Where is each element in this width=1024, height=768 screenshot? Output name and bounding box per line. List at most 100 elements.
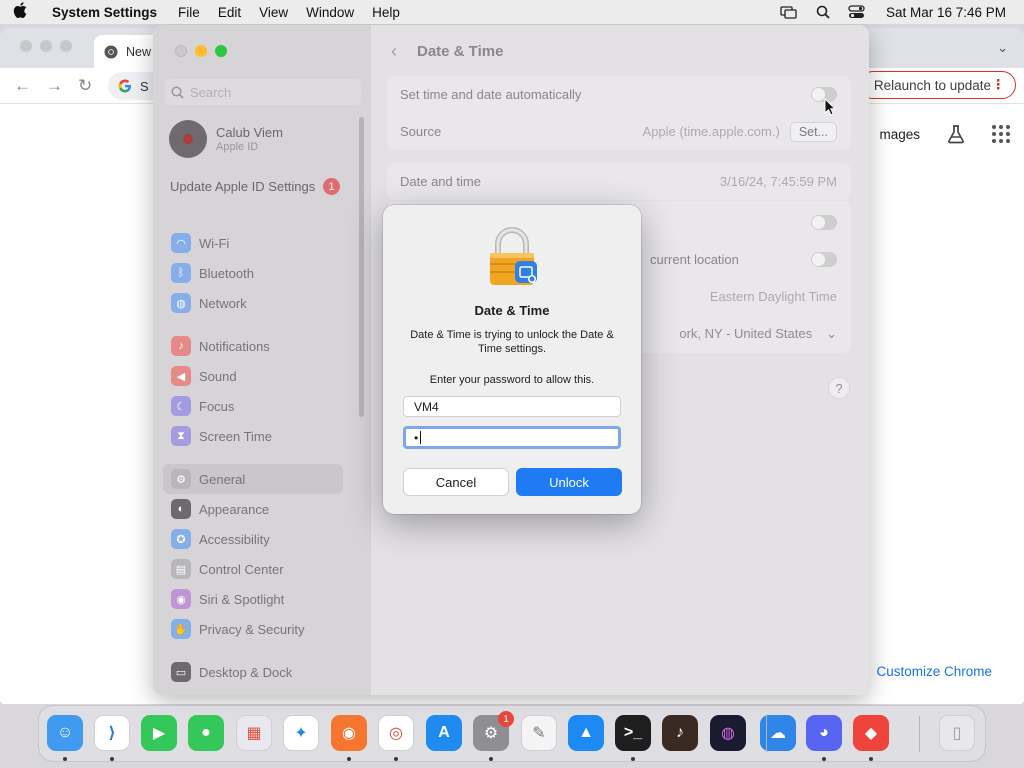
sidebar-item-screen-time[interactable]: ⧗ Screen Time [163,421,343,451]
sidebar-item-network[interactable]: ◍ Network [163,288,343,318]
sidebar-item-label: Appearance [199,501,270,517]
discord-icon[interactable]: ◕ [806,715,842,751]
dock: ☺ ⟩ ▶ ● ▦ ✦ ◉ ◎ A ⚙ 1 ✎ ▲ >_ ♪ ◍ ☁ ◕ ◆ ▯ [38,705,986,762]
menu-view[interactable]: View [250,5,297,20]
date-time-value: 3/16/24, 7:45:59 PM [719,174,837,189]
running-indicator [394,757,398,761]
menu-bar: System Settings File Edit View Window He… [0,0,1024,24]
more-vertical-icon: ⋮ [991,77,1006,92]
messages-icon[interactable]: ● [188,715,224,751]
control-center-icon[interactable] [842,5,872,19]
sidebar-item-desktop-dock[interactable]: ▭ Desktop & Dock [163,657,343,687]
finder-icon[interactable]: ☺ [47,715,83,751]
screen-mirroring-icon[interactable] [774,5,804,19]
system-settings-icon[interactable]: ⚙ 1 [473,711,514,751]
forward-arrow-icon[interactable]: → [46,76,63,96]
sidebar-item-label: Bluetooth [199,265,254,281]
relaunch-to-update-button[interactable]: Relaunch to update ⋮ [858,71,1016,99]
avatar [169,120,207,158]
menu-app-name[interactable]: System Settings [40,5,169,20]
reload-icon[interactable]: ↻ [78,76,92,96]
sidebar-item-general[interactable]: ⚙ General [163,464,343,494]
customize-chrome-button[interactable]: Customize Chrome [864,654,1004,688]
unlock-button[interactable]: Unlock [516,468,622,496]
search-input[interactable] [190,84,350,100]
username-field[interactable]: VM4 [403,396,621,417]
update-label: Update Apple ID Settings [170,178,316,194]
sidebar-item-appearance[interactable]: ◐ Appearance [163,494,343,524]
chevron-down-icon: ⌄ [826,325,837,341]
terminal-icon[interactable]: >_ [615,715,651,751]
instruments-icon[interactable]: ♪ [662,715,698,751]
settings-sidebar: Calub Viem Apple ID Update Apple ID Sett… [153,25,371,695]
menu-file[interactable]: File [169,5,209,20]
spotlight-search-icon[interactable] [808,5,838,19]
password-field[interactable]: • [403,426,621,449]
back-chevron-icon[interactable]: ‹ [391,41,397,62]
trash-icon[interactable]: ▯ [939,715,975,751]
textedit-icon[interactable]: ✎ [521,715,557,751]
current-location-toggle[interactable] [811,252,837,267]
chrome-close-button[interactable] [20,40,32,52]
dock-notification-badge: 1 [498,711,514,727]
menu-edit[interactable]: Edit [209,5,250,20]
maximize-button[interactable] [215,45,227,57]
chevron-down-icon[interactable]: ⌄ [997,40,1008,56]
set-source-button[interactable]: Set... [789,121,837,142]
sidebar-item-control-center[interactable]: ▤ Control Center [163,554,343,584]
sidebar-item-siri-spotlight[interactable]: ◉ Siri & Spotlight [163,584,343,614]
unlock-dialog: Date & Time Date & Time is trying to unl… [383,205,641,514]
menu-window[interactable]: Window [297,5,363,20]
siri-icon[interactable]: ◍ [710,715,746,751]
google-apps-icon[interactable] [992,125,1010,143]
sidebar-group-network: ◠ Wi-Fi ᛒ Bluetooth ◍ Network [163,228,343,318]
facetime-icon[interactable]: ▶ [141,715,177,751]
launchpad-icon[interactable]: ▦ [236,715,272,751]
chrome-icon[interactable]: ◎ [378,715,414,751]
menu-bar-clock[interactable]: Sat Mar 16 7:46 PM [876,5,1006,20]
password-mask: • [414,430,419,445]
auto-time-label: Set time and date automatically [400,87,582,102]
apple-id-account[interactable]: Calub Viem Apple ID [169,120,283,158]
firefox-icon[interactable]: ◉ [331,715,367,751]
sidebar-item-label: Accessibility [199,531,270,547]
sidebar-item-notifications[interactable]: ♪ Notifications [163,331,343,361]
keynote-icon[interactable]: ▲ [568,715,604,751]
back-arrow-icon[interactable]: ← [14,76,31,96]
sidebar-item-label: Privacy & Security [199,621,305,637]
vscode-icon[interactable]: ⟩ [94,715,130,751]
sidebar-item-label: General [199,471,246,487]
sidebar-search[interactable] [165,79,361,105]
date-time-label: Date and time [400,174,481,189]
help-button[interactable]: ? [828,377,850,399]
dock-separator [766,716,767,752]
sidebar-item-focus[interactable]: ☾ Focus [163,391,343,421]
minimize-button[interactable] [195,45,207,57]
sidebar-item-sound[interactable]: ◀ Sound [163,361,343,391]
images-link[interactable]: mages [879,127,920,142]
cancel-button[interactable]: Cancel [403,468,509,496]
timezone-auto-toggle[interactable] [811,215,837,230]
anydesk-icon[interactable]: ◆ [853,715,889,751]
sidebar-scrollbar[interactable] [359,117,364,417]
sidebar-item-accessibility[interactable]: ✪ Accessibility [163,524,343,554]
sidebar-item-label: Focus [199,398,235,414]
chrome-window-controls [20,40,72,52]
sidebar-group-desktop: ▭ Desktop & Dock [163,657,343,687]
account-name: Calub Viem [216,125,283,140]
labs-flask-icon[interactable] [946,124,966,144]
running-indicator [822,757,826,761]
chrome-minimize-button[interactable] [40,40,52,52]
app-store-icon[interactable]: A [426,715,462,751]
sidebar-item-bluetooth[interactable]: ᛒ Bluetooth [163,258,343,288]
close-button[interactable] [175,45,187,57]
sidebar-item-privacy-security[interactable]: ✋ Privacy & Security [163,614,343,644]
sidebar-item-wi-fi[interactable]: ◠ Wi-Fi [163,228,343,258]
chrome-maximize-button[interactable] [60,40,72,52]
apple-menu-icon[interactable] [0,2,40,22]
pane-header: ‹ Date & Time [391,41,503,62]
closest-city-select[interactable]: ork, NY - United States ⌄ [679,326,837,342]
menu-help[interactable]: Help [363,5,409,20]
update-apple-id-settings[interactable]: Update Apple ID Settings 1 [170,178,340,195]
safari-icon[interactable]: ✦ [283,715,319,751]
